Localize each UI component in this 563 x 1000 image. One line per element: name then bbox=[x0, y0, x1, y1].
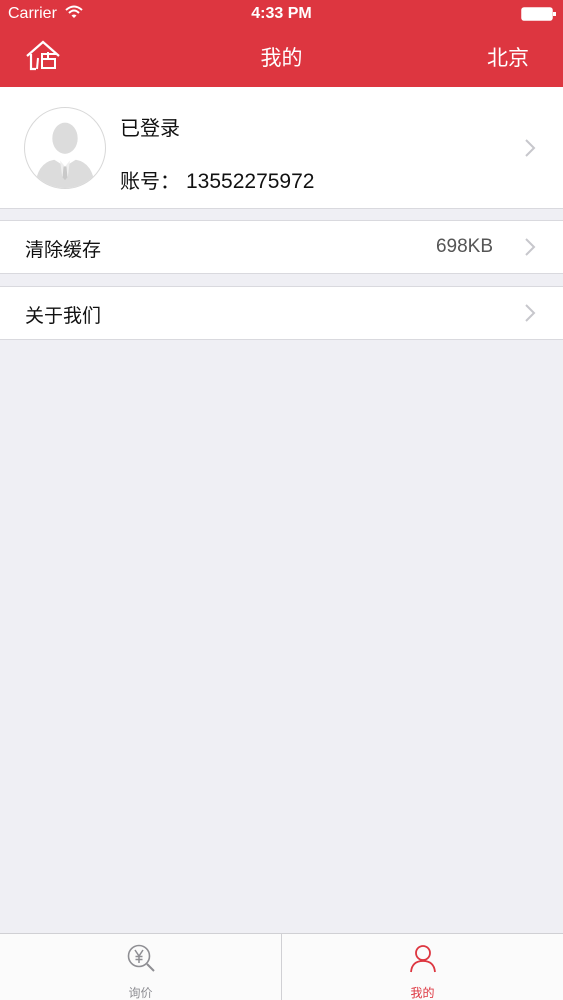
battery-icon bbox=[521, 7, 556, 21]
avatar bbox=[24, 107, 106, 189]
account-prefix: 账号： bbox=[120, 169, 180, 193]
person-icon bbox=[410, 945, 436, 973]
city-selector[interactable]: 北京 bbox=[487, 42, 529, 72]
tab-mine[interactable]: 我的 bbox=[282, 934, 563, 1000]
tab-inquiry-label: 询价 bbox=[128, 986, 153, 1000]
chevron-right-icon bbox=[525, 238, 536, 256]
login-status: 已登录 bbox=[120, 116, 180, 140]
about-us-label: 关于我们 bbox=[25, 305, 102, 327]
chevron-right-icon bbox=[525, 139, 536, 157]
clear-cache-label: 清除缓存 bbox=[25, 239, 102, 261]
default-user-avatar-icon bbox=[34, 122, 96, 188]
nav-bar: 我的 北京 bbox=[0, 28, 563, 87]
app-header: Carrier 4:33 PM 我的 北京 bbox=[0, 0, 563, 87]
account-info: 账号： 13552275972 bbox=[120, 165, 314, 194]
account-number: 13552275972 bbox=[186, 170, 315, 193]
page-title: 我的 bbox=[260, 46, 303, 70]
tab-bar: 询价 我的 bbox=[0, 933, 563, 1000]
tab-inquiry[interactable]: 询价 bbox=[0, 934, 281, 1000]
cache-size-value: 698KB bbox=[435, 236, 493, 257]
yuan-search-icon bbox=[127, 944, 155, 972]
profile-cell[interactable]: 已登录 账号： 13552275972 bbox=[0, 87, 563, 209]
clear-cache-cell[interactable]: 清除缓存 698KB bbox=[0, 220, 563, 274]
chevron-right-icon bbox=[525, 304, 536, 322]
status-bar: Carrier 4:33 PM bbox=[0, 0, 563, 28]
about-us-cell[interactable]: 关于我们 bbox=[0, 286, 563, 340]
status-time: 4:33 PM bbox=[251, 5, 312, 22]
tab-mine-label: 我的 bbox=[410, 986, 435, 1000]
